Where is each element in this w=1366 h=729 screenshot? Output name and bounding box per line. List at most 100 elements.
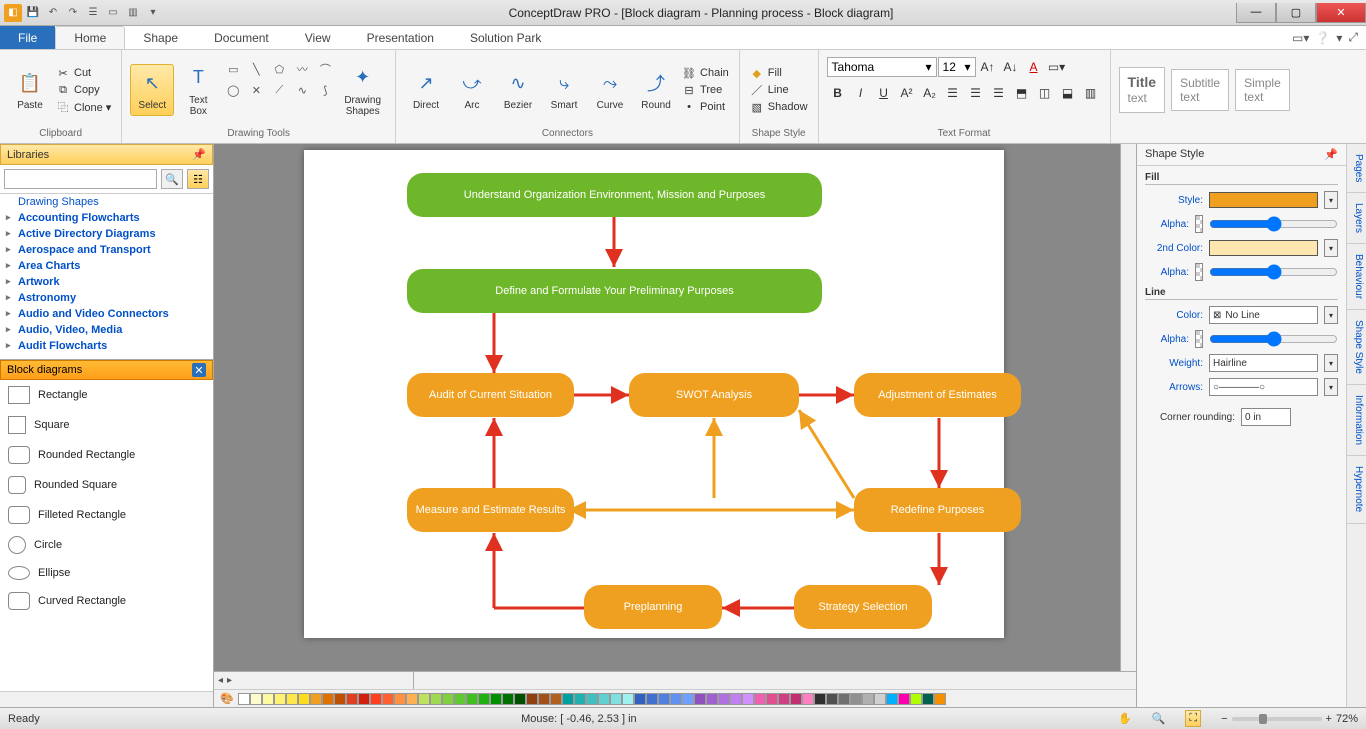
tool-curve[interactable]: 〰	[291, 59, 313, 79]
side-tab-layers[interactable]: Layers	[1347, 193, 1366, 244]
tab-solution-park[interactable]: Solution Park	[452, 26, 559, 49]
color-swatch[interactable]	[874, 693, 886, 705]
color-swatch[interactable]	[742, 693, 754, 705]
node-preplanning[interactable]: Preplanning	[584, 585, 722, 629]
smart-connector[interactable]: ⤷Smart	[542, 65, 586, 115]
color-swatch[interactable]	[826, 693, 838, 705]
color-swatch[interactable]	[406, 693, 418, 705]
lib-active-directory[interactable]: Active Directory Diagrams	[0, 226, 213, 242]
arrows-field[interactable]: ○————○	[1209, 378, 1318, 396]
color-swatch[interactable]	[778, 693, 790, 705]
second-alpha-slider[interactable]	[1195, 263, 1203, 281]
line-alpha-chk[interactable]	[1195, 330, 1203, 348]
color-swatch[interactable]	[346, 693, 358, 705]
shape-curved-rectangle[interactable]: Curved Rectangle	[0, 586, 213, 616]
fill-button[interactable]: ◆Fill	[748, 65, 810, 81]
color-swatch[interactable]	[286, 693, 298, 705]
node-define[interactable]: Define and Formulate Your Preliminary Pu…	[407, 269, 822, 313]
node-understand[interactable]: Understand Organization Environment, Mis…	[407, 173, 822, 217]
lib-drawing-shapes[interactable]: Drawing Shapes	[0, 194, 213, 210]
color-swatch[interactable]	[430, 693, 442, 705]
color-swatch[interactable]	[454, 693, 466, 705]
zoom-in-button[interactable]: +	[1326, 713, 1332, 725]
color-swatch[interactable]	[562, 693, 574, 705]
color-swatch[interactable]	[262, 693, 274, 705]
color-swatch[interactable]	[718, 693, 730, 705]
color-swatch[interactable]	[706, 693, 718, 705]
select-tool[interactable]: ↖Select	[130, 64, 174, 116]
color-swatch[interactable]	[574, 693, 586, 705]
grow-font[interactable]: A↑	[977, 56, 999, 78]
help-icon[interactable]: ❔	[1315, 31, 1330, 45]
color-swatch[interactable]	[766, 693, 778, 705]
window-list-icon[interactable]: ▭▾	[1292, 31, 1309, 45]
fill-alpha-slider[interactable]	[1195, 215, 1203, 233]
tool-x[interactable]: ✕	[245, 80, 267, 100]
weight-field[interactable]: Hairline	[1209, 354, 1318, 372]
color-swatch[interactable]	[838, 693, 850, 705]
qat-dropdown-icon[interactable]: ▾	[144, 4, 162, 22]
node-strategy[interactable]: Strategy Selection	[794, 585, 932, 629]
color-swatch[interactable]	[682, 693, 694, 705]
library-search-input[interactable]	[4, 169, 157, 189]
line-alpha-range[interactable]	[1209, 331, 1338, 347]
shape-rectangle[interactable]: Rectangle	[0, 380, 213, 410]
qat-save-icon[interactable]: 💾	[24, 4, 42, 22]
color-swatch[interactable]	[322, 693, 334, 705]
qat-btn-5[interactable]: ☰	[84, 4, 102, 22]
lib-audio-video-conn[interactable]: Audio and Video Connectors	[0, 306, 213, 322]
node-measure[interactable]: Measure and Estimate Results	[407, 488, 574, 532]
align-bottom[interactable]: ⬓	[1057, 82, 1079, 104]
color-swatch[interactable]	[730, 693, 742, 705]
color-swatch[interactable]	[934, 693, 946, 705]
tab-presentation[interactable]: Presentation	[349, 26, 452, 49]
color-swatch[interactable]	[370, 693, 382, 705]
color-swatch[interactable]	[790, 693, 802, 705]
palette-picker-icon[interactable]: 🎨	[220, 692, 234, 705]
pin-icon[interactable]: 📌	[1324, 148, 1338, 161]
zoom-slider[interactable]	[1232, 717, 1322, 721]
node-adjustment[interactable]: Adjustment of Estimates	[854, 373, 1021, 417]
direct-connector[interactable]: ↗Direct	[404, 65, 448, 115]
point-connector[interactable]: •Point	[680, 99, 731, 115]
color-swatch[interactable]	[658, 693, 670, 705]
status-zoom-icon[interactable]: 🔍	[1152, 712, 1166, 725]
library-list[interactable]: Drawing Shapes Accounting Flowcharts Act…	[0, 194, 213, 360]
color-swatch[interactable]	[646, 693, 658, 705]
color-swatch[interactable]	[610, 693, 622, 705]
color-swatch[interactable]	[754, 693, 766, 705]
fill-style-swatch[interactable]	[1209, 192, 1318, 208]
block-diagrams-header[interactable]: Block diagrams✕	[0, 360, 213, 380]
superscript-button[interactable]: A²	[896, 82, 918, 104]
preset-title[interactable]: Titletext	[1119, 67, 1166, 112]
color-swatch[interactable]	[586, 693, 598, 705]
tree-connector[interactable]: ⊟Tree	[680, 82, 731, 98]
tool-bez[interactable]: ∿	[291, 80, 313, 100]
lib-area-charts[interactable]: Area Charts	[0, 258, 213, 274]
tool-sp[interactable]: ⟆	[314, 80, 336, 100]
shape-list[interactable]: Rectangle Square Rounded Rectangle Round…	[0, 380, 213, 691]
preset-subtitle[interactable]: Subtitletext	[1171, 69, 1229, 112]
shape-rounded-rectangle[interactable]: Rounded Rectangle	[0, 440, 213, 470]
close-section-icon[interactable]: ✕	[192, 363, 206, 377]
second-alpha-range[interactable]	[1209, 264, 1338, 280]
font-family-combo[interactable]: Tahoma▾	[827, 57, 937, 77]
curve-connector[interactable]: ⤳Curve	[588, 65, 632, 115]
align-left[interactable]: ☰	[942, 82, 964, 104]
left-hscroll[interactable]	[0, 691, 213, 707]
tab-document[interactable]: Document	[196, 26, 287, 49]
lib-astronomy[interactable]: Astronomy	[0, 290, 213, 306]
tab-home[interactable]: Home	[55, 26, 125, 49]
color-swatch[interactable]	[862, 693, 874, 705]
paste-button[interactable]: 📋Paste	[8, 65, 52, 115]
color-swatch[interactable]	[538, 693, 550, 705]
highlight[interactable]: ▭▾	[1046, 56, 1068, 78]
color-swatch[interactable]	[490, 693, 502, 705]
pin-icon[interactable]: 📌	[192, 148, 206, 161]
fill-alpha-range[interactable]	[1209, 216, 1338, 232]
font-size-combo[interactable]: 12▾	[938, 57, 976, 77]
zoom-out-button[interactable]: −	[1221, 713, 1227, 725]
italic-button[interactable]: I	[850, 82, 872, 104]
shape-rounded-square[interactable]: Rounded Square	[0, 470, 213, 500]
underline-button[interactable]: U	[873, 82, 895, 104]
